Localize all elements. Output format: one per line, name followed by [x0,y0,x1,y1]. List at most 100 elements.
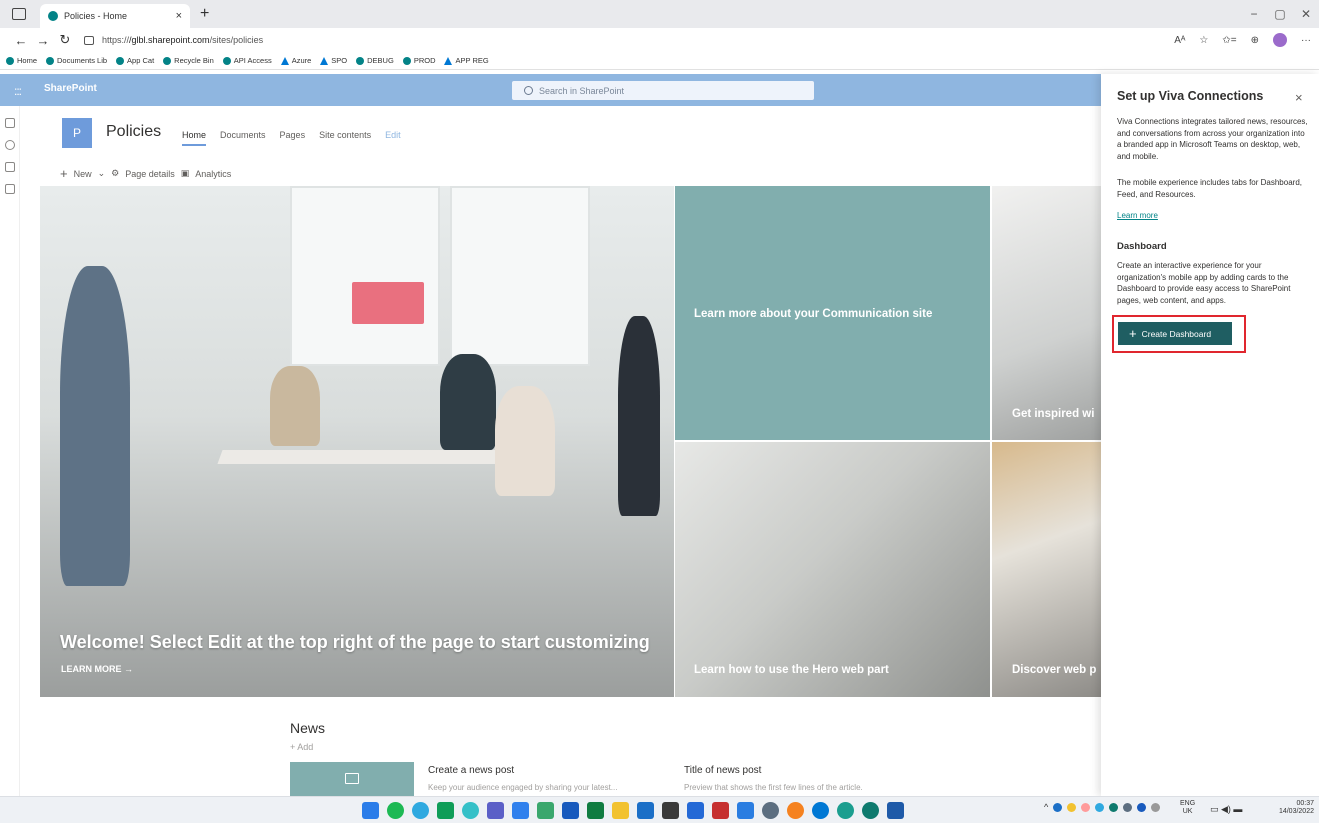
document-icon[interactable] [5,184,15,194]
site-title[interactable]: Policies [106,123,161,141]
nav-documents[interactable]: Documents [220,130,266,146]
app-icon[interactable] [712,802,729,819]
start-icon[interactable] [362,802,379,819]
app-icon[interactable] [887,802,904,819]
tab-actions-icon[interactable] [12,8,26,20]
favorite-star-icon[interactable]: ☆ [1199,35,1208,46]
favorite-label: App Cat [127,56,155,65]
favorite-documents-lib[interactable]: Documents Lib [46,56,107,65]
tab-close-icon[interactable]: × [176,10,182,22]
app-launcher-icon[interactable]: ::: [14,84,22,98]
chrome-icon[interactable] [437,802,454,819]
news-icon[interactable] [5,162,15,172]
more-menu-icon[interactable]: ··· [1301,35,1311,46]
nav-site-contents[interactable]: Site contents [319,130,371,146]
tray-app-icon[interactable] [1053,802,1063,812]
page-details-button[interactable]: Page details [125,169,175,179]
hero-tile-communication-site[interactable]: Learn more about your Communication site [675,186,990,440]
url-field[interactable]: https:///glbl.sharepoint.com/sites/polic… [102,35,263,45]
edge-icon[interactable] [812,802,829,819]
favorite-home[interactable]: Home [6,56,37,65]
close-icon[interactable]: × [1295,90,1303,105]
news-post-title[interactable]: Title of news post [684,765,761,776]
app-icon[interactable] [687,802,704,819]
news-add-button[interactable]: + Add [290,742,313,752]
new-button[interactable]: New [74,169,92,179]
spotify-icon[interactable] [387,802,404,819]
close-window-button[interactable]: ✕ [1293,7,1319,21]
learn-more-link[interactable]: LEARN MORE → [61,664,133,674]
standing-person-image [60,266,130,586]
hero-tile-hero-web-part[interactable]: Learn how to use the Hero web part [675,442,990,697]
hero-main-tile[interactable]: Welcome! Select Edit at the top right of… [40,186,674,697]
favorite-label: APP REG [455,56,489,65]
learn-more-link[interactable]: Learn more [1117,211,1158,220]
refresh-button[interactable]: ↻ [54,32,76,48]
tray-app-icon[interactable] [1123,802,1133,812]
site-logo[interactable]: P [62,118,92,148]
lock-icon[interactable] [84,35,94,45]
file-explorer-icon[interactable] [612,802,629,819]
favorite-prod[interactable]: PROD [402,56,435,65]
edge-icon[interactable] [412,802,429,819]
minimize-button[interactable]: − [1241,7,1267,21]
app-icon[interactable] [787,802,804,819]
todo-icon[interactable] [737,802,754,819]
outlook-icon[interactable] [637,802,654,819]
read-aloud-icon[interactable]: Aᴬ [1174,35,1185,46]
app-icon[interactable] [537,802,554,819]
display-icon[interactable]: ▭ ◀) ▬ [1210,805,1242,814]
tray-app-icon[interactable] [1067,802,1077,812]
nav-home[interactable]: Home [182,130,207,146]
create-dashboard-button[interactable]: + Create Dashboard [1118,322,1232,345]
favorite-spo[interactable]: SPO [320,56,347,65]
favorite-app-reg[interactable]: APP REG [444,56,489,65]
excel-icon[interactable] [587,802,604,819]
news-post-preview: Keep your audience engaged by sharing yo… [428,783,618,792]
favorite-azure[interactable]: Azure [280,56,311,65]
browser-icon[interactable] [462,802,479,819]
nav-pages[interactable]: Pages [280,130,306,146]
home-icon[interactable] [5,118,15,128]
mic-icon[interactable] [1151,802,1161,812]
tray-app-icon[interactable] [1137,802,1147,812]
sharepoint-search-input[interactable]: Search in SharePoint [512,81,814,100]
browser-tab[interactable]: Policies - Home × [40,4,190,28]
window-controls: − ▢ ✕ [1241,0,1319,28]
favorite-api-access[interactable]: API Access [222,56,272,65]
nav-edit[interactable]: Edit [385,130,401,146]
news-post-title[interactable]: Create a news post [428,765,514,776]
profile-avatar[interactable] [1273,33,1287,47]
vscode-icon[interactable] [512,802,529,819]
sharepoint-icon [402,56,411,65]
chevron-down-icon[interactable]: ⌄ [98,168,106,179]
back-button[interactable]: ← [10,33,32,48]
tray-app-icon[interactable] [1095,802,1105,812]
clock[interactable]: 00:37 14/03/2022 [1268,800,1314,816]
edge-beta-icon[interactable] [862,802,879,819]
edge-dev-icon[interactable] [837,802,854,819]
forward-button[interactable]: → [32,33,54,48]
tray-app-icon[interactable] [1081,802,1091,812]
news-thumbnail[interactable] [290,762,414,796]
new-tab-button[interactable]: + [200,5,209,23]
globe-icon[interactable] [5,140,15,150]
collections-icon[interactable]: ⊕ [1251,35,1259,46]
maximize-button[interactable]: ▢ [1267,7,1293,21]
favorite-recycle-bin[interactable]: Recycle Bin [163,56,214,65]
hero-tile-get-inspired[interactable]: Get inspired wi [992,186,1101,440]
favorite-app-cat[interactable]: App Cat [116,56,154,65]
teams-icon[interactable] [487,802,504,819]
url-host: /glbl.sharepoint.com [129,35,210,45]
favorite-debug[interactable]: DEBUG [356,56,394,65]
language-indicator[interactable]: ENG UK [1180,800,1195,816]
hero-tile-discover-web-parts[interactable]: Discover web p [992,442,1101,697]
sharepoint-brand-link[interactable]: SharePoint [44,83,97,94]
tray-overflow-icon[interactable]: ^ [1044,802,1048,812]
tray-app-icon[interactable] [1109,802,1119,812]
favorites-icon[interactable]: ✩= [1222,35,1236,46]
analytics-button[interactable]: Analytics [195,169,231,179]
terminal-icon[interactable] [662,802,679,819]
settings-icon[interactable] [762,802,779,819]
word-icon[interactable] [562,802,579,819]
